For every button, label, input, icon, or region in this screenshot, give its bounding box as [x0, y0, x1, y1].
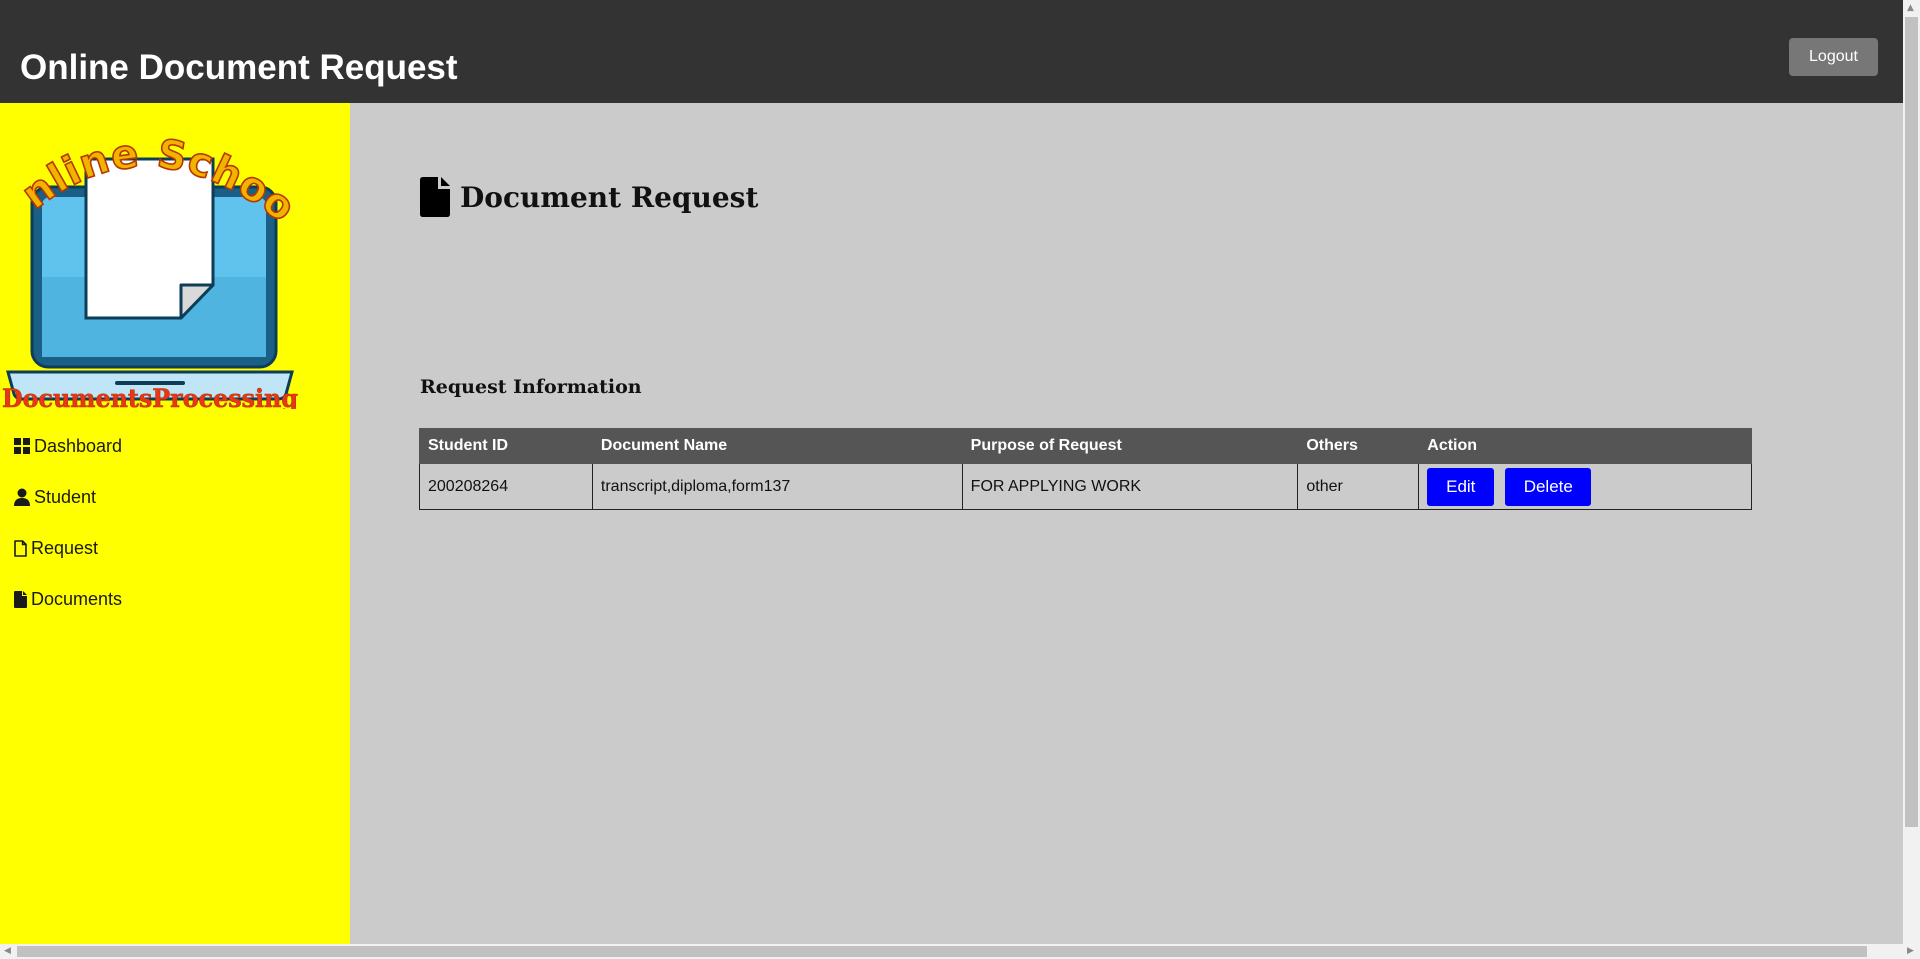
edit-button[interactable]: Edit: [1427, 467, 1495, 506]
column-header-student-id: Student ID: [419, 428, 593, 464]
main-content: Document Request Request Information Stu…: [350, 103, 1903, 944]
vertical-scrollbar-thumb[interactable]: [1905, 17, 1918, 827]
cell-others: other: [1297, 463, 1420, 510]
section-title: Request Information: [420, 376, 642, 398]
column-header-action: Action: [1418, 428, 1752, 464]
cell-document-name: transcript,diploma,form137: [591, 463, 963, 510]
column-header-purpose: Purpose of Request: [961, 428, 1299, 464]
logo[interactable]: Online School DocumentsProcessing: [0, 90, 304, 413]
scroll-right-icon[interactable]: ▶: [1907, 946, 1914, 956]
scroll-left-icon[interactable]: ◀: [4, 946, 11, 956]
top-bar: Online Document Request Logout: [0, 0, 1903, 103]
file-outline-icon: [14, 539, 27, 557]
sidebar: Online School DocumentsProcessing Dashbo…: [0, 90, 350, 944]
sidebar-item-request[interactable]: Request: [14, 533, 98, 563]
cell-action: Edit Delete: [1418, 463, 1752, 510]
file-icon: [420, 177, 450, 217]
page-title: Document Request: [420, 177, 758, 217]
sidebar-item-student[interactable]: Student: [14, 482, 96, 512]
delete-button[interactable]: Delete: [1505, 467, 1592, 506]
sidebar-item-label: Dashboard: [34, 435, 123, 456]
app-title: Online Document Request: [20, 48, 458, 87]
cell-student-id: 200208264: [419, 463, 593, 510]
horizontal-scrollbar-thumb[interactable]: [17, 946, 1867, 957]
request-table: Student ID Document Name Purpose of Requ…: [419, 428, 1752, 510]
sidebar-item-label: Student: [34, 486, 97, 507]
table-header-row: Student ID Document Name Purpose of Requ…: [419, 428, 1752, 464]
user-icon: [14, 488, 30, 506]
scroll-up-icon[interactable]: ▲: [1907, 3, 1914, 13]
page-title-text: Document Request: [460, 180, 759, 214]
dashboard-icon: [14, 438, 30, 454]
table-row: 200208264 transcript,diploma,form137 FOR…: [419, 463, 1752, 510]
logo-bottom-text: DocumentsProcessing: [2, 384, 298, 409]
column-header-others: Others: [1297, 428, 1420, 464]
sidebar-item-label: Documents: [31, 588, 123, 609]
logout-button[interactable]: Logout: [1789, 38, 1878, 76]
logo-image: Online School DocumentsProcessing: [0, 90, 304, 413]
column-header-document-name: Document Name: [591, 428, 963, 464]
sidebar-item-label: Request: [31, 537, 99, 558]
sidebar-item-documents[interactable]: Documents: [14, 584, 122, 614]
cell-purpose: FOR APPLYING WORK: [961, 463, 1299, 510]
file-icon: [14, 590, 27, 608]
horizontal-scrollbar[interactable]: ◀ ▶: [0, 944, 1920, 959]
vertical-scrollbar[interactable]: ▲: [1903, 0, 1920, 944]
sidebar-item-dashboard[interactable]: Dashboard: [14, 431, 122, 461]
